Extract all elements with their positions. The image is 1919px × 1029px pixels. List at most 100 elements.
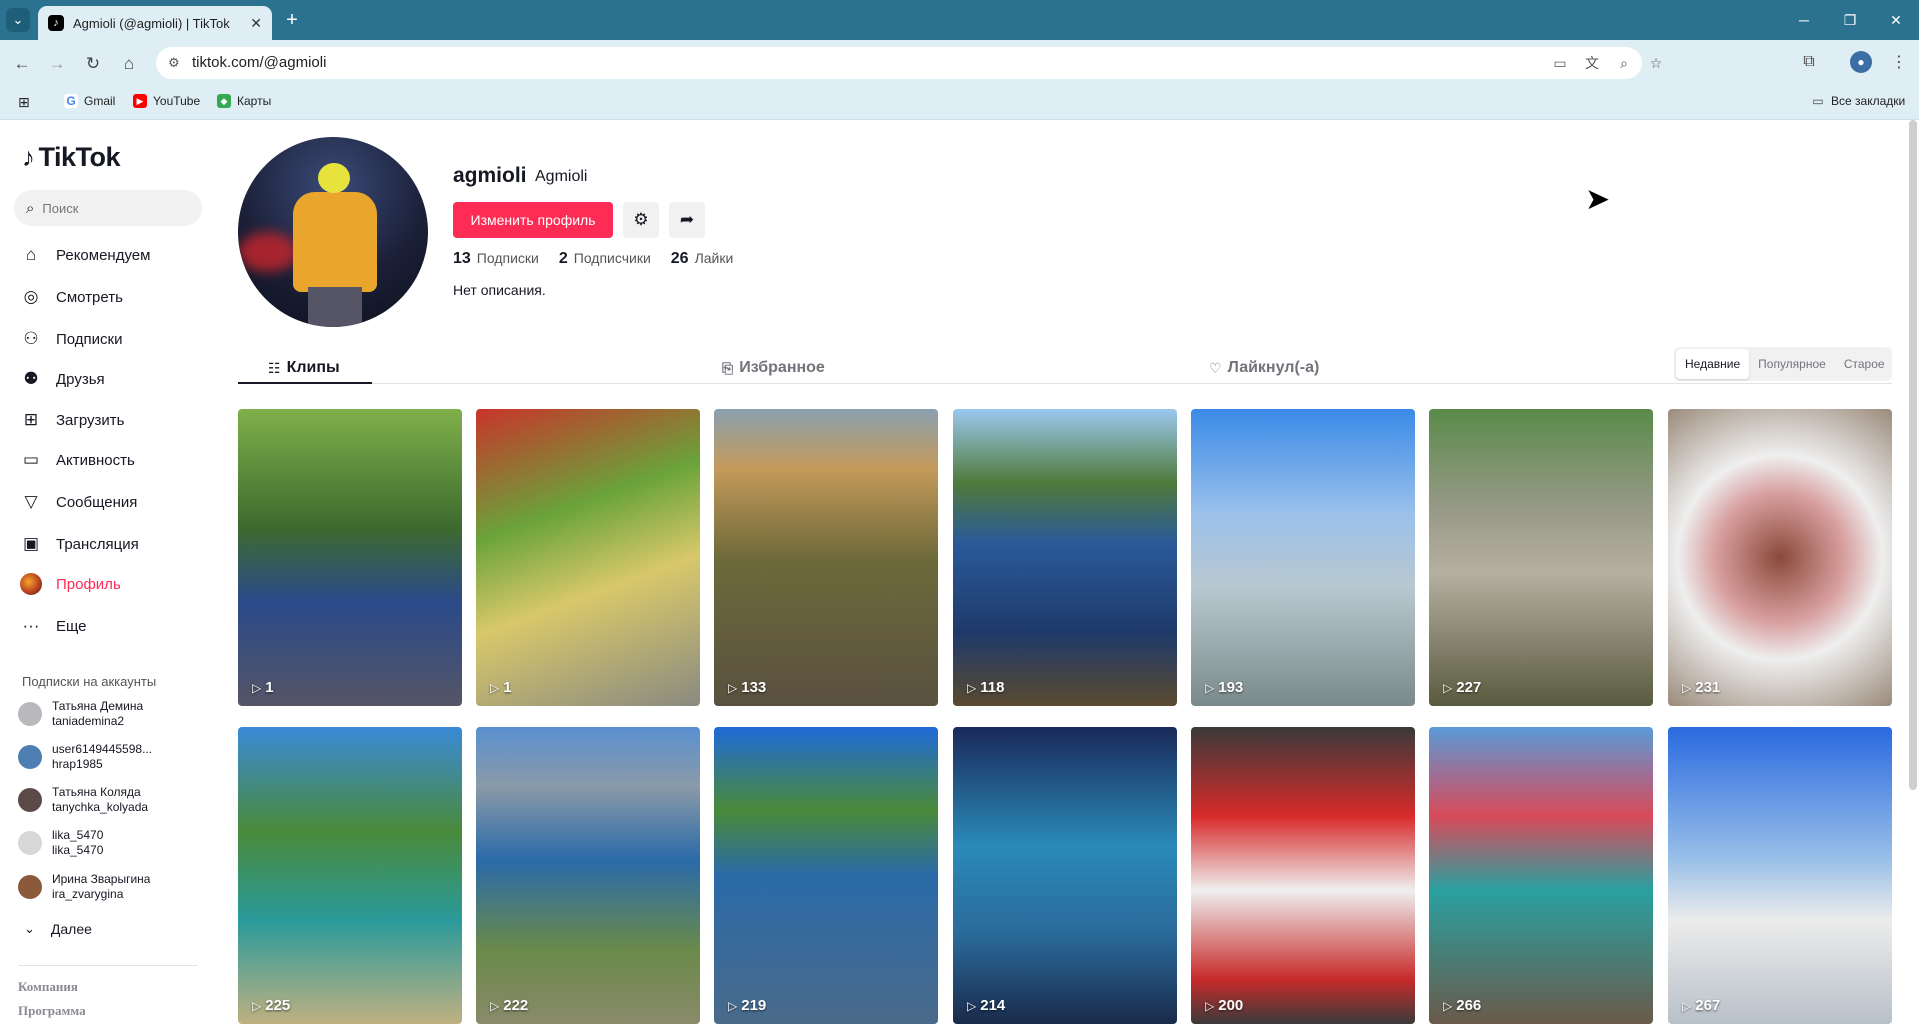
subscription-item[interactable]: Татьяна Демина taniademina2 <box>18 697 198 731</box>
install-app-icon[interactable]: ▭ <box>1550 53 1570 73</box>
close-tab-icon[interactable]: ✕ <box>250 15 262 32</box>
mouse-cursor-icon: ➤ <box>1585 183 1611 216</box>
play-icon: ▷ <box>1682 680 1692 695</box>
subscription-item[interactable]: lika_5470 lika_5470 <box>18 826 198 860</box>
footer-link-company[interactable]: Компания <box>18 979 78 995</box>
close-window-icon[interactable]: ✕ <box>1873 0 1919 40</box>
view-count: ▷ 225 <box>252 997 291 1014</box>
search-icon: ⌕ <box>26 199 35 217</box>
view-count: ▷ 267 <box>1682 997 1721 1014</box>
tab-favorites[interactable]: ⎘ Избранное <box>722 352 825 384</box>
video-thumbnail[interactable]: ▷ 231 <box>1668 409 1892 706</box>
video-thumbnail[interactable]: ▷ 227 <box>1429 409 1653 706</box>
menu-explore[interactable]: ◎ Смотреть <box>20 283 123 311</box>
translate-icon[interactable]: 文 <box>1582 53 1602 73</box>
page-scrollbar[interactable] <box>1909 120 1917 790</box>
menu-messages[interactable]: ▽ Сообщения <box>20 488 137 516</box>
video-thumbnail[interactable]: ▷ 1 <box>238 409 462 706</box>
browser-tab-bar: ⌄ ♪ Agmioli (@agmioli) | TikTok ✕ + ─ ❐ … <box>0 0 1919 40</box>
apps-grid-icon[interactable]: ⊞ <box>18 94 30 111</box>
menu-following[interactable]: ⚇ Подписки <box>20 325 122 353</box>
video-thumbnail[interactable]: ▷ 1 <box>476 409 700 706</box>
bookmark-icon: ⎘ <box>722 359 734 376</box>
video-thumbnail[interactable]: ▷ 193 <box>1191 409 1415 706</box>
tiktok-favicon-icon: ♪ <box>48 15 64 31</box>
profile-display-name: Agmioli <box>535 168 588 185</box>
search-box[interactable]: ⌕ <box>14 190 202 226</box>
compass-icon: ◎ <box>23 287 39 306</box>
back-icon[interactable]: ← <box>9 51 35 77</box>
bookmark-gmail[interactable]: G Gmail <box>64 94 115 108</box>
bookmark-youtube[interactable]: ▶ YouTube <box>133 94 200 108</box>
video-thumbnail[interactable]: ▷ 225 <box>238 727 462 1024</box>
menu-live[interactable]: ▣ Трансляция <box>20 530 139 558</box>
menu-activity[interactable]: ▭ Активность <box>20 446 135 474</box>
friends-icon: ⚉ <box>23 369 39 388</box>
menu-recommended[interactable]: ⌂ Рекомендуем <box>20 241 151 269</box>
play-icon: ▷ <box>967 998 977 1013</box>
play-icon: ▷ <box>1443 680 1453 695</box>
profile-stats: 13 Подписки 2 Подписчики 26 Лайки <box>453 250 753 268</box>
view-count: ▷ 1 <box>490 679 512 696</box>
minimize-icon[interactable]: ─ <box>1781 0 1827 40</box>
sort-oldest[interactable]: Старое <box>1835 349 1894 379</box>
footer-link-program[interactable]: Программа <box>18 1003 86 1019</box>
bookmark-maps[interactable]: ◆ Карты <box>217 94 271 108</box>
video-thumbnail[interactable]: ▷ 214 <box>953 727 1177 1024</box>
sort-popular[interactable]: Популярное <box>1749 349 1835 379</box>
tiktok-logo[interactable]: ♪ TikTok <box>22 142 121 173</box>
menu-more[interactable]: ··· Еще <box>20 612 87 640</box>
sort-recent[interactable]: Недавние <box>1676 349 1750 379</box>
home-icon: ⌂ <box>25 245 37 264</box>
profile-bio: Нет описания. <box>453 282 546 298</box>
extensions-icon[interactable]: ⧉ <box>1794 47 1824 77</box>
menu-profile[interactable]: Профиль <box>20 570 121 598</box>
new-tab-icon[interactable]: + <box>280 8 304 32</box>
subscription-item[interactable]: Ирина Зварыгина ira_zvarygina <box>18 870 198 904</box>
all-bookmarks[interactable]: ▭ Все закладки <box>1811 94 1905 108</box>
view-count: ▷ 227 <box>1443 679 1482 696</box>
view-count: ▷ 214 <box>967 997 1006 1014</box>
video-thumbnail[interactable]: ▷ 200 <box>1191 727 1415 1024</box>
chrome-profile-icon[interactable]: ● <box>1846 47 1876 77</box>
tab-liked[interactable]: ♡ Лайкнул(-а) <box>1209 352 1319 384</box>
profile-avatar-large[interactable] <box>238 137 428 327</box>
tab-search-icon[interactable]: ⌄ <box>6 8 30 32</box>
site-info-icon[interactable]: ⚙ <box>168 55 180 71</box>
tab-videos[interactable]: ☷ Клипы <box>268 352 340 384</box>
forward-icon[interactable]: → <box>44 51 70 77</box>
video-thumbnail[interactable]: ▷ 219 <box>714 727 938 1024</box>
video-thumbnail[interactable]: ▷ 133 <box>714 409 938 706</box>
browser-tab[interactable]: ♪ Agmioli (@agmioli) | TikTok ✕ <box>38 6 272 40</box>
edit-profile-button[interactable]: Изменить профиль <box>453 202 613 238</box>
chrome-menu-icon[interactable]: ⋮ <box>1884 47 1914 77</box>
play-icon: ▷ <box>1205 680 1215 695</box>
share-icon[interactable]: ➦ <box>669 202 705 238</box>
menu-upload[interactable]: ⊞ Загрузить <box>20 406 125 434</box>
video-thumbnail[interactable]: ▷ 118 <box>953 409 1177 706</box>
sidebar-divider <box>18 965 198 966</box>
following-stat[interactable]: 13 Подписки <box>453 250 539 268</box>
play-icon: ▷ <box>967 680 977 695</box>
video-thumbnail[interactable]: ▷ 266 <box>1429 727 1653 1024</box>
address-bar[interactable]: ⚙ tiktok.com/@agmioli ▭ 文 ⌕ ☆ <box>156 47 1662 79</box>
subscription-item[interactable]: user6149445598... hrap1985 <box>18 740 198 774</box>
profile-avatar <box>20 573 42 595</box>
restore-icon[interactable]: ❐ <box>1827 0 1873 40</box>
menu-friends[interactable]: ⚉ Друзья <box>20 365 104 393</box>
reload-icon[interactable]: ↻ <box>80 51 106 77</box>
subscription-item[interactable]: Татьяна Коляда tanychka_kolyada <box>18 783 198 817</box>
view-count: ▷ 1 <box>252 679 274 696</box>
zoom-icon[interactable]: ⌕ <box>1614 53 1634 73</box>
home-icon[interactable]: ⌂ <box>116 51 142 77</box>
profile-username: agmioli <box>453 164 527 187</box>
bookmark-star-icon[interactable]: ☆ <box>1646 53 1666 73</box>
video-thumbnail[interactable]: ▷ 267 <box>1668 727 1892 1024</box>
see-more-button[interactable]: ⌄ Далее <box>24 921 92 937</box>
tab-active-indicator <box>238 382 372 384</box>
view-count: ▷ 231 <box>1682 679 1721 696</box>
video-thumbnail[interactable]: ▷ 222 <box>476 727 700 1024</box>
settings-gear-icon[interactable]: ⚙ <box>623 202 659 238</box>
search-input[interactable] <box>42 200 183 216</box>
followers-stat[interactable]: 2 Подписчики <box>559 250 651 268</box>
